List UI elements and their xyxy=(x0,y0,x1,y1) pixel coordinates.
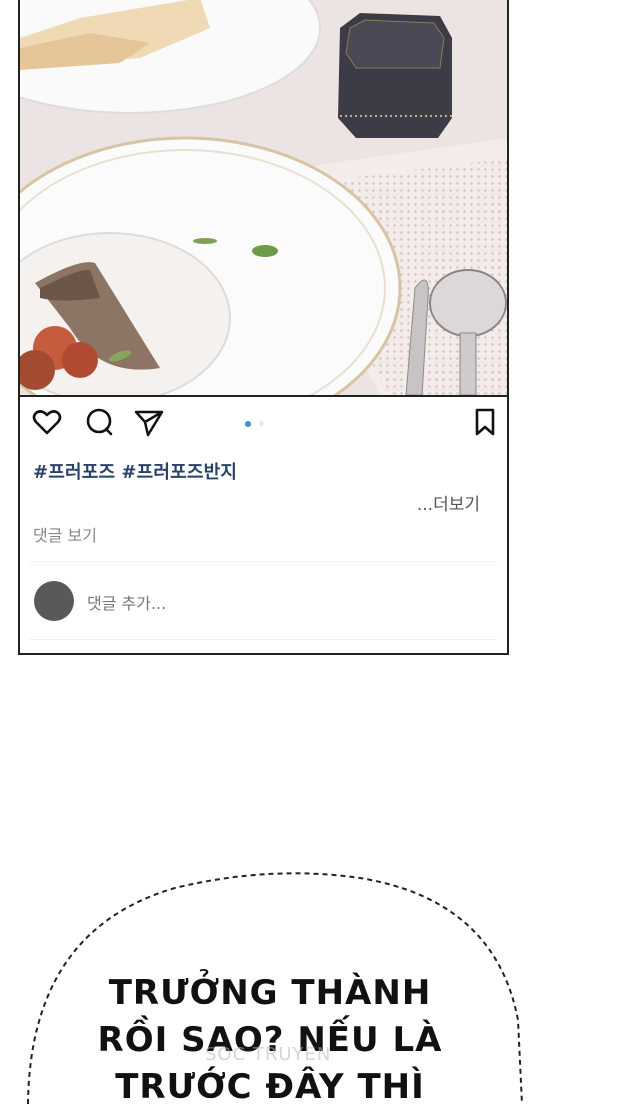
bubble-text-line: TRƯỞNG THÀNH xyxy=(108,973,432,1013)
speech-bubble: TRƯỞNG THÀNH RỒI SAO? NẾU LÀ TRƯỚC ĐÂY T… xyxy=(0,860,630,1107)
post-hashtags: #프러포즈 #프러포즈반지 xyxy=(33,458,243,484)
instagram-post-card: #프러포즈 #프러포즈반지 ...더보기 댓글 보기 댓글 추가... xyxy=(18,0,509,655)
dinner-table-illustration xyxy=(20,0,507,395)
add-comment-input[interactable]: 댓글 추가... xyxy=(87,590,166,614)
carousel-dot xyxy=(259,421,264,426)
divider xyxy=(30,639,497,640)
post-photo-dinner-table[interactable] xyxy=(20,0,507,397)
post-action-bar xyxy=(20,405,507,449)
ring-box xyxy=(338,13,452,138)
bubble-text-line: TRƯỚC ĐÂY THÌ xyxy=(115,1067,425,1107)
comment-bubble-icon[interactable] xyxy=(82,405,116,439)
bookmark-icon[interactable] xyxy=(468,405,502,439)
hashtag-link[interactable]: #프러포즈반지 xyxy=(121,462,237,483)
watermark: SOC TRUYEN xyxy=(205,1044,332,1065)
hashtag-link[interactable]: #프러포즈 xyxy=(33,462,115,483)
carousel-dot-active xyxy=(245,421,251,427)
avatar xyxy=(34,581,74,621)
more-caption-link[interactable]: ...더보기 xyxy=(417,490,480,515)
divider xyxy=(30,561,497,562)
view-comments-link[interactable]: 댓글 보기 xyxy=(33,522,97,546)
heart-icon[interactable] xyxy=(30,405,64,439)
paper-plane-icon[interactable] xyxy=(132,405,166,439)
